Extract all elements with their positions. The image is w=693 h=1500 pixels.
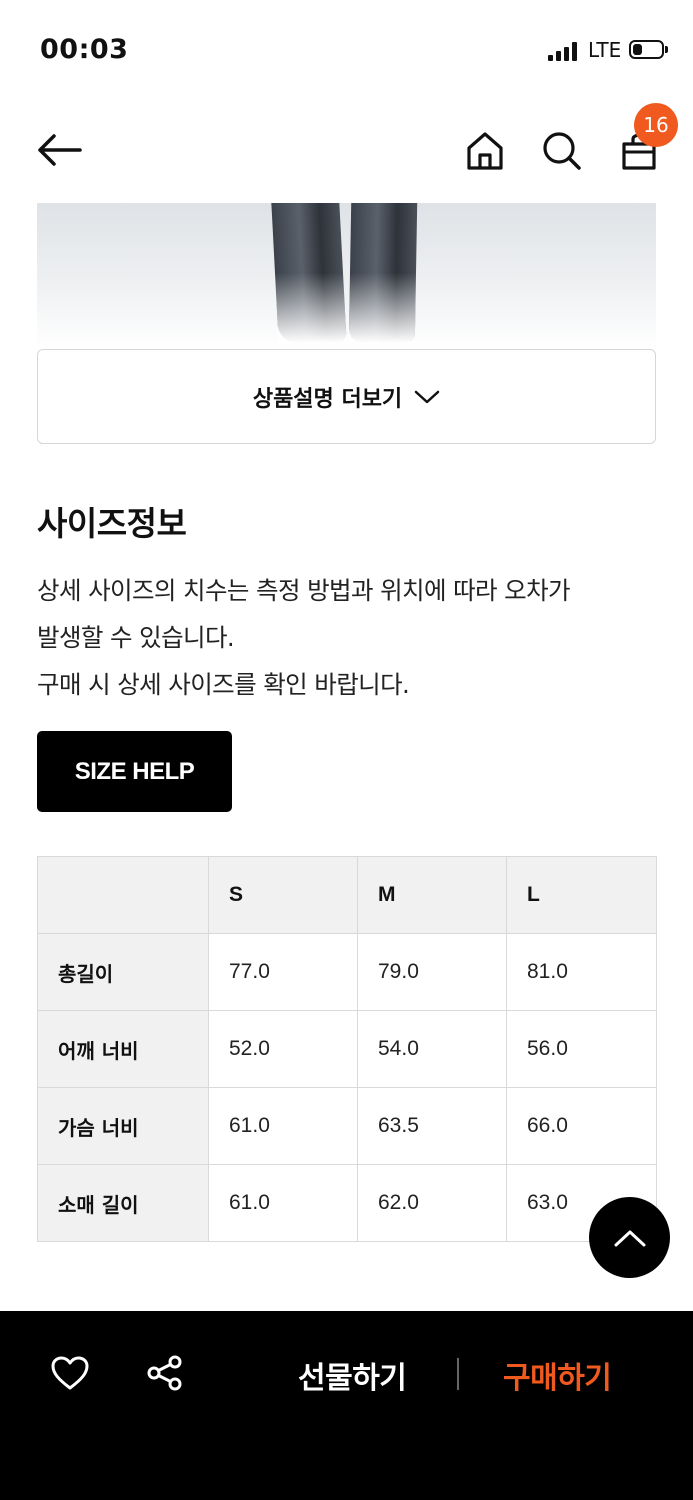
table-cell: 81.0 [506, 933, 657, 1011]
size-help-button[interactable]: SIZE HELP [37, 731, 232, 812]
size-info-description: 상세 사이즈의 치수는 측정 방법과 위치에 따라 오차가 발생할 수 있습니다… [37, 567, 667, 708]
battery-cap [665, 46, 668, 53]
share-icon [147, 1355, 182, 1391]
buy-button[interactable]: 구매하기 [503, 1353, 612, 1397]
chevron-down-icon [414, 390, 440, 403]
table-header-cell: M [357, 856, 507, 934]
scroll-to-top-button[interactable] [589, 1197, 670, 1278]
network-label: LTE [588, 38, 622, 62]
top-navigation [0, 100, 693, 200]
table-cell: 54.0 [357, 1010, 507, 1088]
bottom-bar-divider [457, 1358, 459, 1390]
table-cell: 61.0 [208, 1164, 358, 1242]
heart-icon [51, 1356, 89, 1390]
battery-icon [629, 40, 664, 59]
product-image [37, 203, 656, 349]
share-button[interactable] [146, 1354, 184, 1392]
size-info-title: 사이즈정보 [37, 504, 187, 543]
table-row: 가슴 너비 61.0 63.5 66.0 [37, 1087, 657, 1165]
table-header-cell: S [208, 856, 358, 934]
product-description-more-button[interactable]: 상품설명 더보기 [37, 349, 656, 444]
search-icon [543, 132, 581, 170]
table-header-cell [37, 856, 209, 934]
pants-right-leg [348, 203, 418, 343]
table-cell: 62.0 [357, 1164, 507, 1242]
table-cell: 79.0 [357, 933, 507, 1011]
gift-button[interactable]: 선물하기 [298, 1353, 407, 1397]
table-cell: 56.0 [506, 1010, 657, 1088]
home-button[interactable] [462, 128, 508, 174]
row-label: 가슴 너비 [37, 1087, 209, 1165]
table-row: 어깨 너비 52.0 54.0 56.0 [37, 1010, 657, 1088]
status-bar: 00:03 LTE [0, 0, 693, 100]
description-line: 구매 시 상세 사이즈를 확인 바랍니다. [37, 670, 410, 699]
table-header-row: S M L [37, 856, 657, 934]
cart-count-badge: 16 [634, 103, 678, 147]
pants-left-leg [271, 203, 347, 343]
description-line: 발생할 수 있습니다. [37, 623, 235, 652]
signal-icon [548, 41, 578, 61]
table-cell: 77.0 [208, 933, 358, 1011]
like-button[interactable] [50, 1355, 90, 1391]
table-cell: 66.0 [506, 1087, 657, 1165]
search-button[interactable] [539, 128, 585, 174]
chevron-up-icon [614, 1230, 645, 1246]
status-time: 00:03 [40, 34, 129, 65]
table-row: 소매 길이 61.0 62.0 63.0 [37, 1164, 657, 1242]
table-cell: 63.5 [357, 1087, 507, 1165]
arrow-left-icon [38, 134, 82, 166]
bottom-action-bar: 선물하기 구매하기 [0, 1311, 693, 1500]
size-table: S M L 총길이 77.0 79.0 81.0 어깨 너비 52.0 54.0… [37, 856, 657, 1242]
table-cell: 61.0 [208, 1087, 358, 1165]
table-row: 총길이 77.0 79.0 81.0 [37, 933, 657, 1011]
row-label: 어깨 너비 [37, 1010, 209, 1088]
back-button[interactable] [36, 130, 84, 170]
home-icon [467, 132, 503, 170]
table-cell: 52.0 [208, 1010, 358, 1088]
row-label: 소매 길이 [37, 1164, 209, 1242]
table-header-cell: L [506, 856, 657, 934]
row-label: 총길이 [37, 933, 209, 1011]
more-label: 상품설명 더보기 [252, 386, 403, 412]
description-line: 상세 사이즈의 치수는 측정 방법과 위치에 따라 오차가 [37, 576, 571, 605]
